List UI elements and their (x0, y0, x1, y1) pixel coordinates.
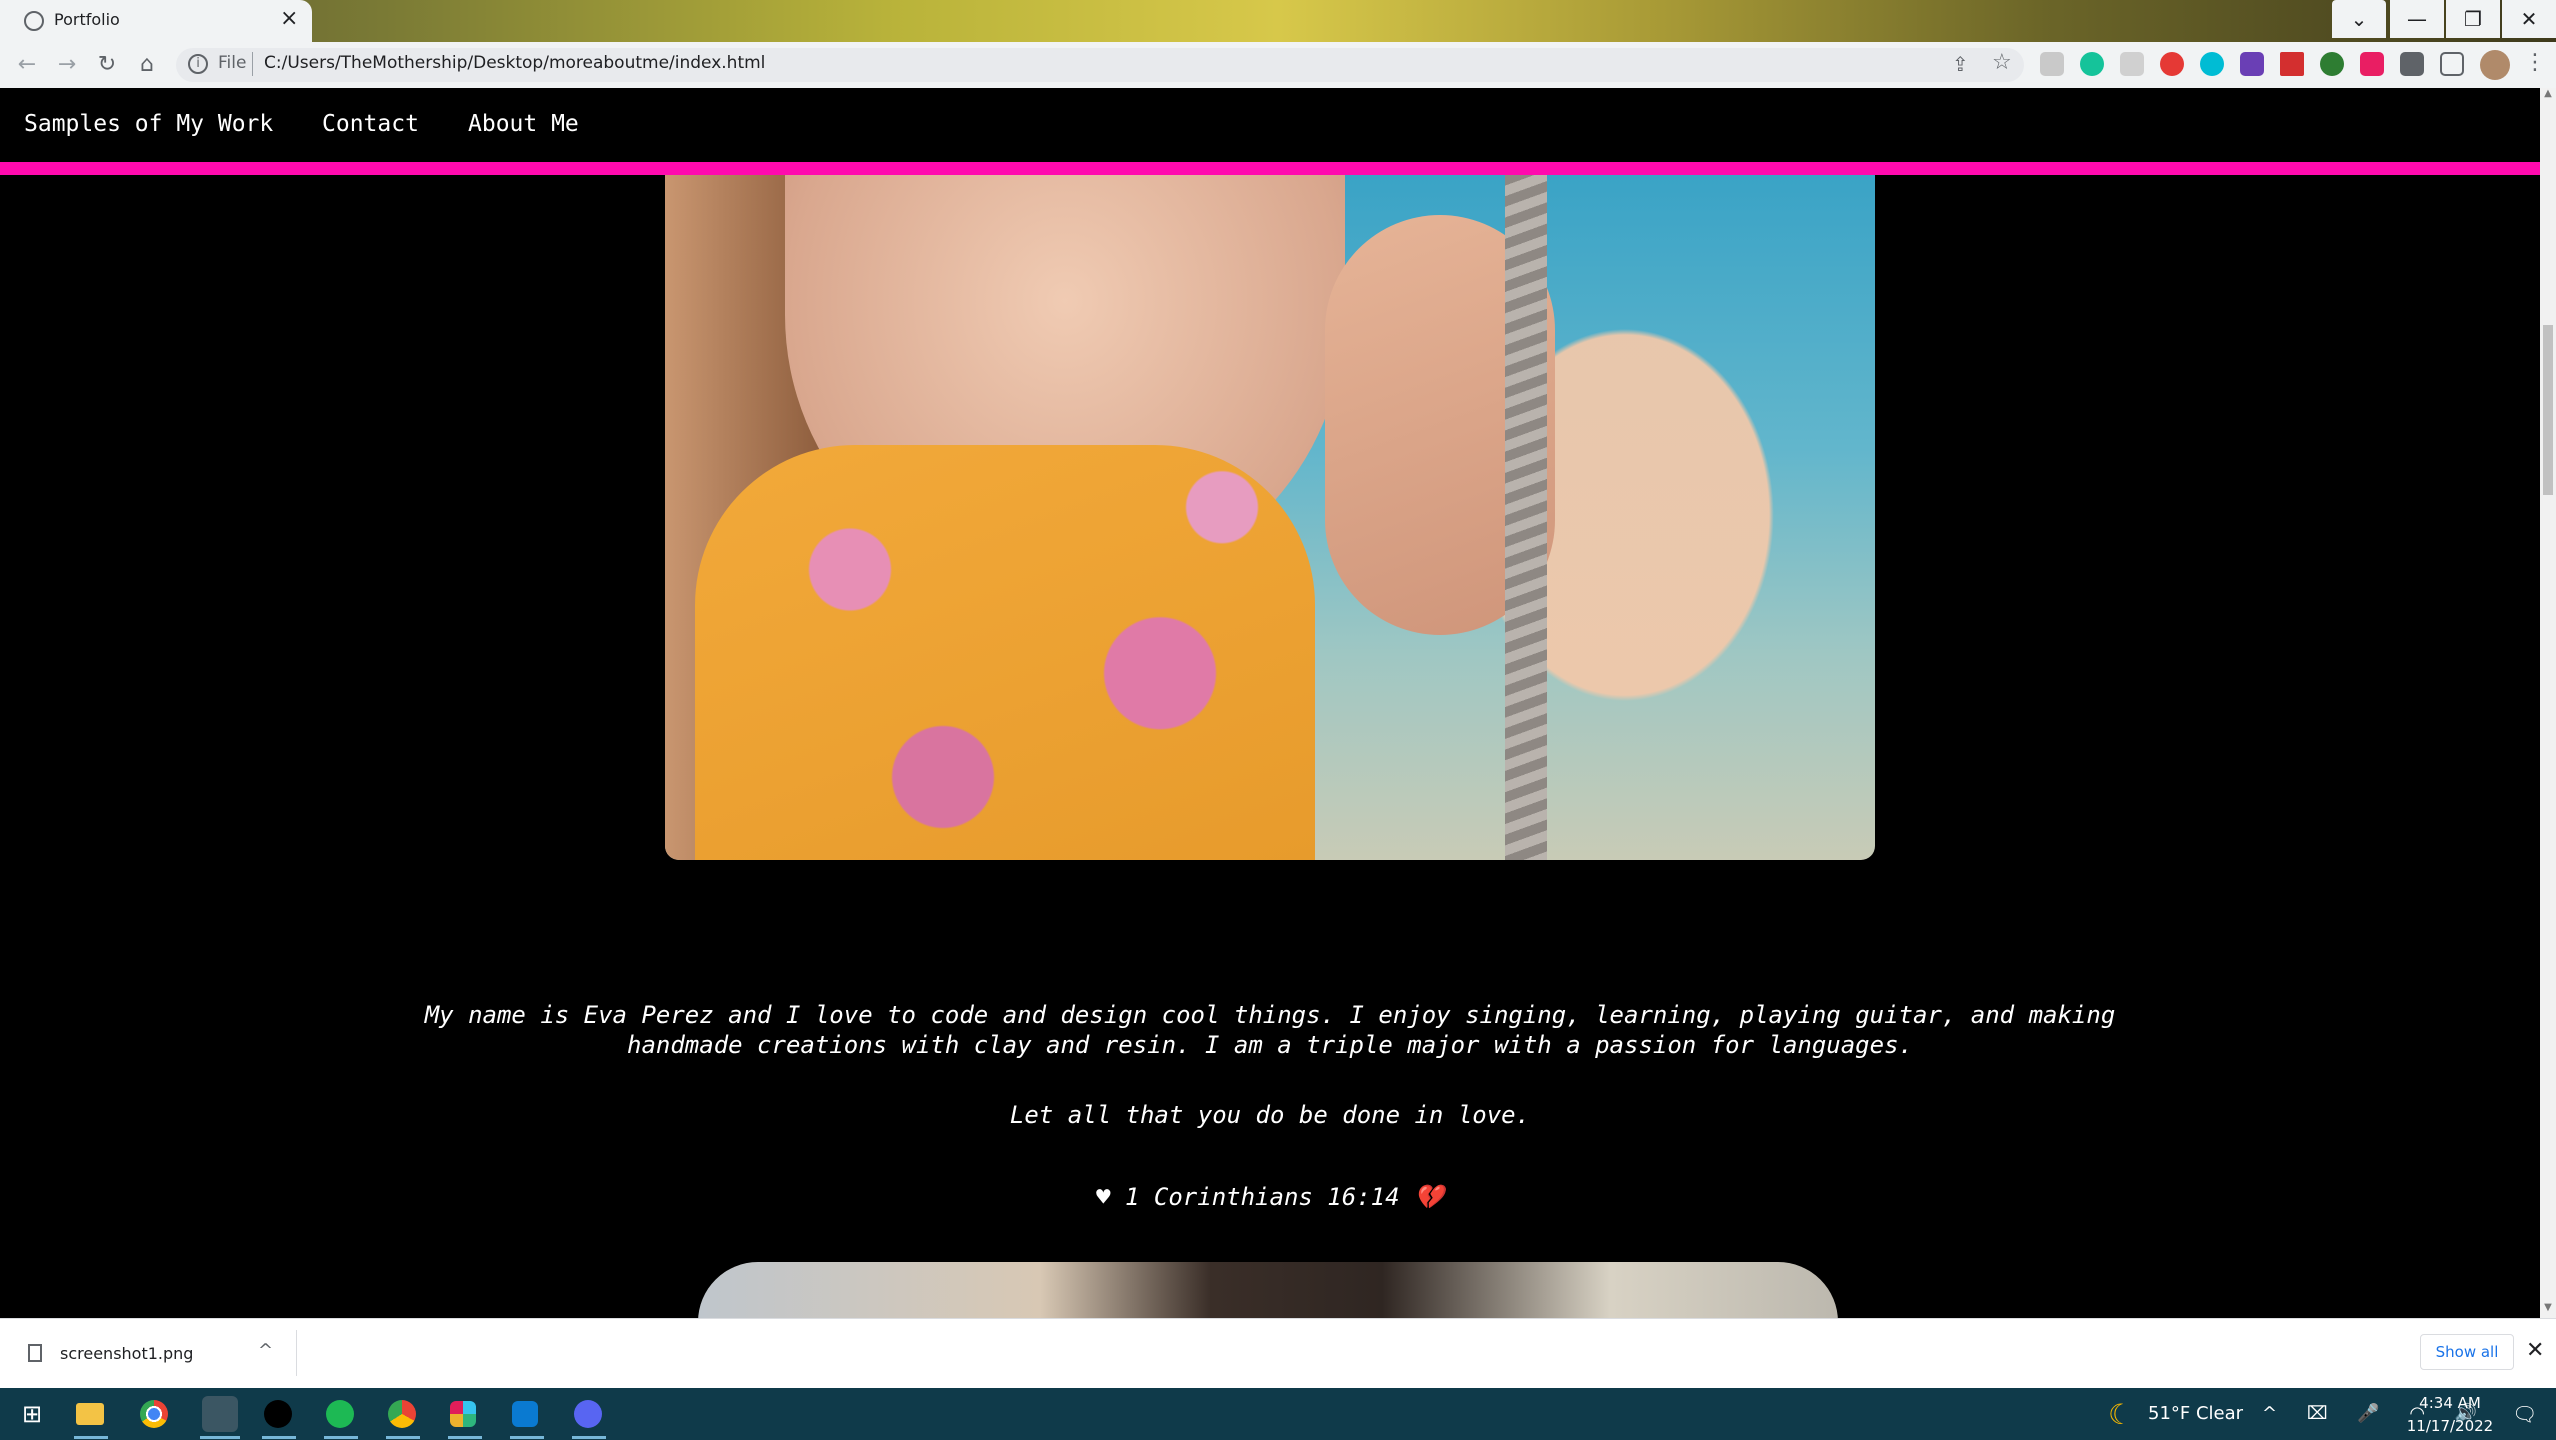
address-separator (252, 52, 253, 76)
chrome-canary-icon[interactable] (388, 1400, 416, 1428)
forward-icon[interactable]: → (52, 50, 82, 80)
download-bar (0, 1318, 2556, 1388)
tab-title: Portfolio (54, 10, 120, 29)
discord-icon[interactable] (574, 1400, 602, 1428)
minimize-button[interactable]: — (2390, 0, 2444, 38)
nav-link-contact[interactable]: Contact (322, 111, 419, 137)
download-options-chevron-icon[interactable]: ^ (258, 1340, 273, 1361)
bio-paragraph: My name is Eva Perez and I love to code … (424, 1001, 2116, 1059)
second-photo (698, 1262, 1838, 1322)
chrome-icon[interactable] (140, 1400, 168, 1428)
back-icon[interactable]: ← (12, 50, 42, 80)
tab-search-icon[interactable]: ⌄ (2332, 0, 2386, 38)
white-heart-icon: ♥ (1096, 1183, 1111, 1211)
tab-close-icon[interactable]: × (280, 6, 298, 31)
extension-red-icon[interactable] (2160, 52, 2184, 76)
github-active-indicator (262, 1436, 296, 1439)
clock-time[interactable]: 4:34 AM (2390, 1394, 2510, 1412)
nav-link-samples[interactable]: Samples of My Work (24, 111, 273, 137)
bookmark-star-icon[interactable]: ☆ (1992, 50, 2012, 75)
share-icon[interactable]: ⇪ (1952, 52, 1969, 76)
file-icon (28, 1344, 42, 1362)
windows-start-icon[interactable]: ⊞ (14, 1396, 50, 1432)
extension-bookmark-red-icon[interactable] (2280, 52, 2304, 76)
verse-reference: 1 Corinthians 16:14 (1125, 1183, 1400, 1211)
window-close-button[interactable]: ✕ (2502, 0, 2556, 38)
reload-icon[interactable]: ↻ (92, 50, 122, 80)
photo-rope (1505, 175, 1547, 860)
navbar-accent-line (0, 162, 2540, 175)
show-all-downloads-button[interactable]: Show all (2420, 1334, 2514, 1370)
spotify-active-indicator (324, 1436, 358, 1439)
browser-tab[interactable]: Portfolio × (0, 0, 312, 42)
notification-icon[interactable]: 🗨 (2512, 1402, 2537, 1426)
nav-link-about[interactable]: About Me (468, 111, 579, 137)
restore-button[interactable]: ❐ (2446, 0, 2500, 38)
browser-menu-icon[interactable]: ⋮ (2524, 50, 2546, 75)
side-panel-icon[interactable] (2440, 52, 2464, 76)
verse-line: ♥ 1 Corinthians 16:14 💔 (420, 1183, 2120, 1211)
photo-floral-swimsuit (695, 445, 1315, 860)
browser-tab-strip (0, 0, 2556, 42)
vscode-icon[interactable] (512, 1401, 538, 1427)
slack-active-indicator (448, 1436, 482, 1439)
motto-text: Let all that you do be done in love. (1009, 1101, 1531, 1129)
chrome-profile-icon[interactable] (202, 1396, 238, 1432)
extension-gray-icon[interactable] (2120, 52, 2144, 76)
extensions-puzzle-icon[interactable] (2400, 52, 2424, 76)
scrollbar-thumb[interactable] (2543, 325, 2553, 495)
broken-heart-icon: 💔 (1414, 1183, 1444, 1211)
download-separator (296, 1330, 297, 1376)
chrome-active-indicator (200, 1436, 240, 1439)
weather-text[interactable]: 51°F Clear (2148, 1403, 2243, 1424)
file-explorer-icon[interactable] (76, 1403, 104, 1425)
clock-date[interactable]: 11/17/2022 (2390, 1417, 2510, 1435)
extension-purple-icon[interactable] (2240, 52, 2264, 76)
moon-weather-icon[interactable]: ☾ (2108, 1398, 2133, 1431)
download-bar-close-icon[interactable]: ✕ (2526, 1338, 2544, 1363)
download-file-name[interactable]: screenshot1.png (60, 1344, 193, 1363)
scroll-up-icon[interactable]: ▲ (2540, 88, 2556, 102)
github-desktop-icon[interactable] (264, 1400, 292, 1428)
slack-icon[interactable] (450, 1401, 476, 1427)
extension-arrow-icon[interactable] (2360, 52, 2384, 76)
home-icon[interactable]: ⌂ (132, 50, 162, 80)
grammarly-icon[interactable] (2080, 52, 2104, 76)
explorer-active-indicator (74, 1436, 108, 1439)
spotify-icon[interactable] (326, 1400, 354, 1428)
profile-avatar[interactable] (2480, 50, 2510, 80)
info-icon[interactable]: i (188, 54, 208, 74)
profile-photo (665, 175, 1875, 860)
chrome-canary-active-indicator (386, 1436, 420, 1439)
discord-active-indicator (572, 1436, 606, 1439)
scrollbar-track[interactable] (2540, 88, 2556, 1318)
scroll-down-icon[interactable]: ▼ (2540, 1302, 2556, 1316)
globe-icon (24, 11, 44, 31)
extension-k-icon[interactable] (2040, 52, 2064, 76)
extension-m-icon[interactable] (2200, 52, 2224, 76)
address-url[interactable]: C:/Users/TheMothership/Desktop/moreabout… (264, 53, 765, 73)
address-scheme-label: File (218, 53, 247, 73)
extension-on-icon[interactable] (2320, 52, 2344, 76)
vscode-active-indicator (510, 1436, 544, 1439)
